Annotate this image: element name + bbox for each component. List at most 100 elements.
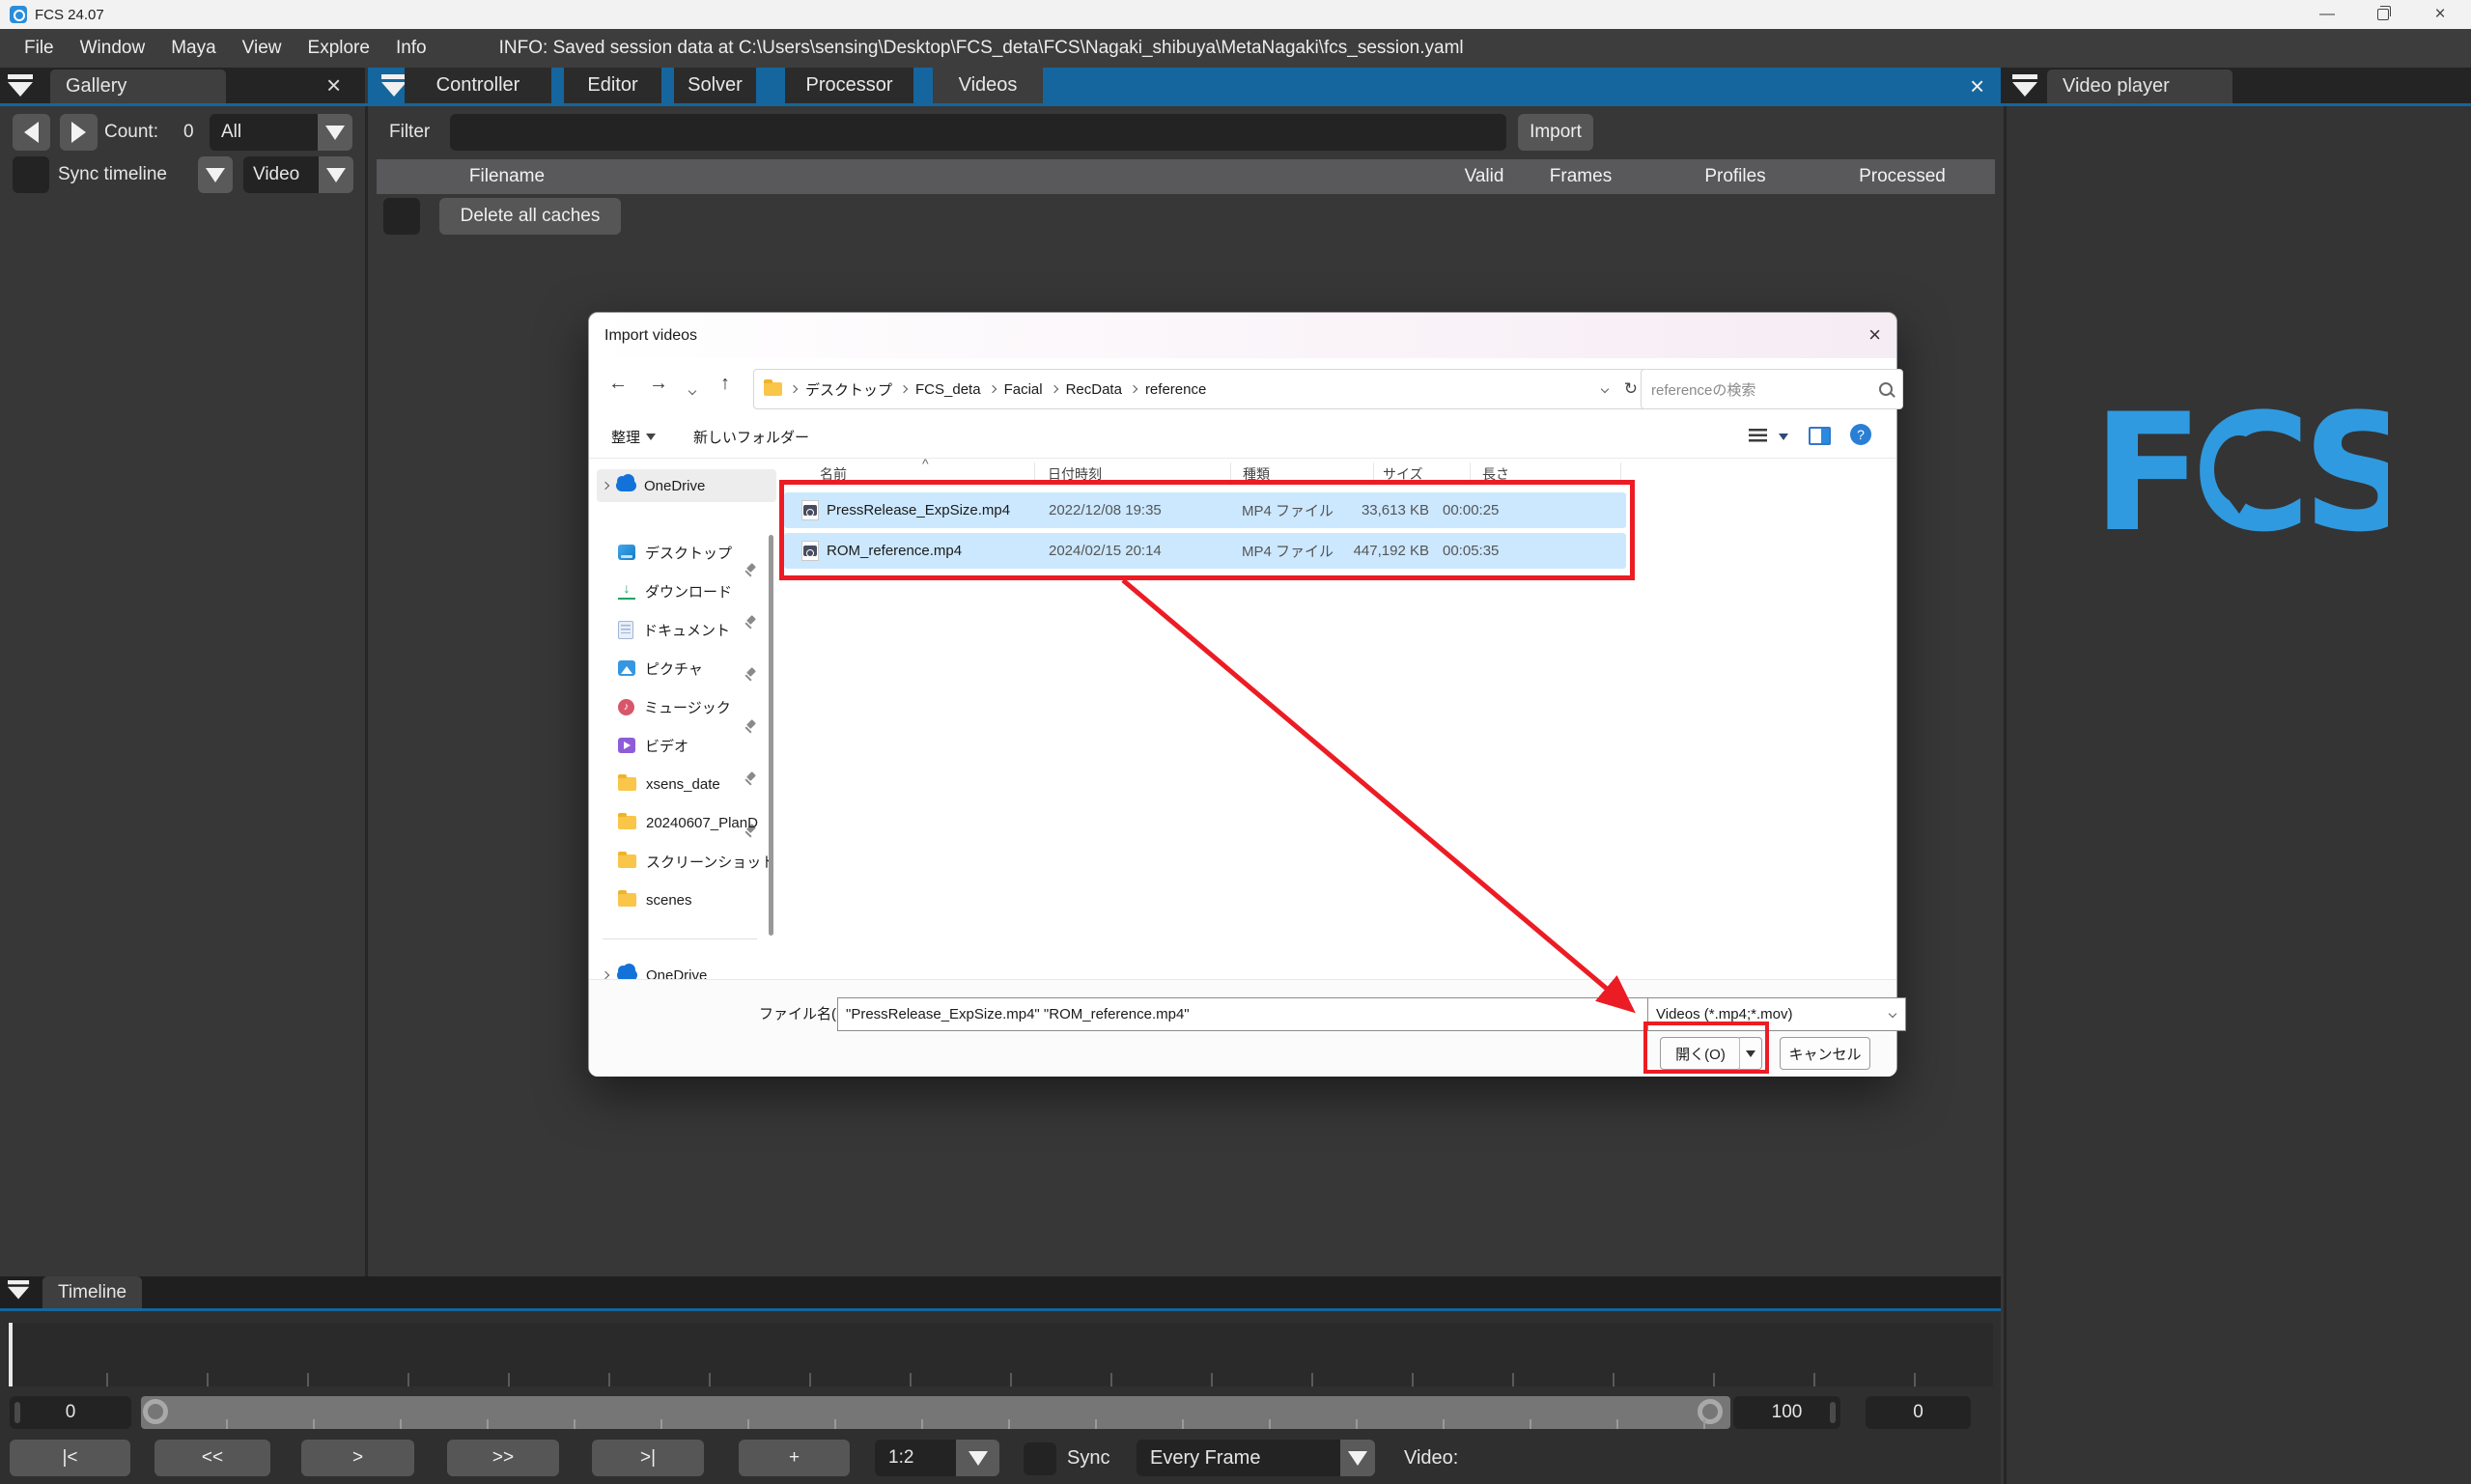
tab-solver[interactable]: Solver <box>674 68 756 103</box>
minimize-button[interactable]: — <box>2311 0 2344 29</box>
menu-window[interactable]: Window <box>78 29 148 68</box>
gallery-mode-dropdown-button[interactable] <box>319 156 353 193</box>
menu-info[interactable]: Info <box>394 29 429 68</box>
sidebar-item-label: ピクチャ <box>645 658 703 679</box>
timeline-ruler[interactable] <box>8 1323 1993 1386</box>
refresh-icon[interactable]: ↻ <box>1624 379 1638 399</box>
cancel-button[interactable]: キャンセル <box>1780 1037 1870 1070</box>
close-icon: × <box>2434 4 2445 25</box>
sync-checkbox[interactable] <box>1024 1442 1056 1475</box>
sidebar-item-videos[interactable]: ビデオ <box>618 732 688 759</box>
tab-video-player[interactable]: Video player <box>2047 70 2232 103</box>
go-to-end-button[interactable]: >| <box>592 1440 704 1476</box>
playback-mode-dropdown-button[interactable] <box>1340 1440 1375 1476</box>
restore-button[interactable] <box>2367 0 2400 29</box>
column-profiles[interactable]: Profiles <box>1704 159 1765 194</box>
video-player-panel: FCS <box>2004 106 2471 1484</box>
go-to-start-button[interactable]: |< <box>10 1440 130 1476</box>
help-icon[interactable]: ? <box>1850 424 1871 445</box>
tab-timeline[interactable]: Timeline <box>42 1276 142 1308</box>
view-dropdown-icon[interactable] <box>1779 434 1788 440</box>
dialog-close-icon[interactable]: × <box>1868 322 1881 348</box>
sidebar-item-onedrive-top[interactable]: OneDrive <box>597 469 776 502</box>
gallery-filter-dropdown-button[interactable] <box>318 114 352 151</box>
column-valid[interactable]: Valid <box>1465 159 1504 194</box>
new-folder-button[interactable]: 新しいフォルダー <box>693 421 809 452</box>
sidebar-item-downloads[interactable]: ↓ダウンロード <box>618 577 732 604</box>
slider-handle-right[interactable] <box>1698 1399 1723 1424</box>
nav-up-icon[interactable]: ↑ <box>720 373 730 395</box>
timeline-slider[interactable] <box>141 1396 1730 1429</box>
gallery-mode-select[interactable]: Video <box>243 156 328 193</box>
gallery-close-icon[interactable]: × <box>326 68 341 103</box>
address-dropdown-icon[interactable] <box>1601 385 1609 393</box>
playhead[interactable] <box>9 1323 13 1386</box>
tab-video-player-label: Video player <box>2063 75 2170 98</box>
step-forward-button[interactable]: >> <box>447 1440 559 1476</box>
step-ratio-dropdown-button[interactable] <box>956 1440 999 1476</box>
play-button[interactable]: > <box>301 1440 414 1476</box>
playback-mode-select[interactable]: Every Frame <box>1137 1440 1354 1476</box>
panel-menu-icon[interactable] <box>8 74 33 98</box>
tab-processor[interactable]: Processor <box>785 68 913 103</box>
step-back-button[interactable]: << <box>154 1440 270 1476</box>
next-button[interactable] <box>60 114 98 151</box>
filetype-value: Videos (*.mp4;*.mov) <box>1656 1006 1792 1022</box>
sidebar-item-desktop[interactable]: デスクトップ <box>618 539 732 566</box>
sidebar-item-20240607-pland[interactable]: 20240607_PlanD <box>618 809 758 836</box>
delete-caches-checkbox[interactable] <box>383 198 420 235</box>
delete-all-caches-button[interactable]: Delete all caches <box>439 198 621 235</box>
preview-pane-icon[interactable] <box>1809 427 1831 445</box>
close-button[interactable]: × <box>2424 0 2457 29</box>
breadcrumb-item[interactable]: デスクトップ <box>805 379 892 400</box>
slider-handle-left[interactable] <box>143 1399 168 1424</box>
menu-view[interactable]: View <box>240 29 284 68</box>
nav-recent-icon[interactable] <box>689 381 695 398</box>
pictures-icon <box>618 660 635 676</box>
import-button[interactable]: Import <box>1518 114 1593 151</box>
breadcrumb-item[interactable]: FCS_deta <box>915 381 981 398</box>
menu-explore[interactable]: Explore <box>306 29 372 68</box>
prev-button[interactable] <box>13 114 50 151</box>
range-end-field[interactable]: 100 <box>1733 1396 1840 1429</box>
panel-menu-icon[interactable] <box>8 1280 29 1300</box>
sidebar-item-pictures[interactable]: ピクチャ <box>618 655 703 682</box>
panel-menu-icon[interactable] <box>2012 74 2037 98</box>
search-input[interactable]: referenceの検索 <box>1641 369 1903 409</box>
menu-file[interactable]: File <box>22 29 56 68</box>
organize-button[interactable]: 整理 <box>611 421 656 452</box>
sync-timeline-checkbox[interactable] <box>13 156 49 193</box>
sidebar-item-scenes[interactable]: scenes <box>618 886 692 913</box>
tab-editor-label: Editor <box>587 74 637 97</box>
breadcrumb-item[interactable]: RecData <box>1066 381 1122 398</box>
tab-controller[interactable]: Controller <box>405 68 551 103</box>
current-frame-field[interactable]: 0 <box>1866 1396 1971 1429</box>
breadcrumb-item[interactable]: Facial <box>1004 381 1043 398</box>
filter-input[interactable] <box>450 114 1506 151</box>
tab-editor[interactable]: Editor <box>564 68 661 103</box>
sidebar-item-music[interactable]: ♪ミュージック <box>618 693 731 720</box>
gallery-filter-select[interactable]: All <box>210 114 329 151</box>
column-processed[interactable]: Processed <box>1859 159 1946 194</box>
sidebar-scrollbar[interactable] <box>769 535 773 936</box>
videos-close-icon[interactable]: × <box>1970 69 1984 104</box>
add-button[interactable]: + <box>739 1440 850 1476</box>
filename-input[interactable]: "PressRelease_ExpSize.mp4" "ROM_referenc… <box>837 997 1668 1031</box>
sidebar-item-screenshots[interactable]: スクリーンショット <box>618 848 775 875</box>
panel-menu-icon[interactable] <box>381 74 407 98</box>
breadcrumb-item[interactable]: reference <box>1145 381 1206 398</box>
sidebar-item-xsens-date[interactable]: xsens_date <box>618 770 720 798</box>
tab-videos[interactable]: Videos <box>933 68 1043 103</box>
view-list-icon[interactable] <box>1749 429 1767 442</box>
breadcrumb[interactable]: デスクトップ FCS_deta Facial RecData reference… <box>753 369 1648 409</box>
sidebar-item-label: ダウンロード <box>645 581 732 602</box>
sidebar-item-documents[interactable]: ドキュメント <box>618 616 730 643</box>
column-frames[interactable]: Frames <box>1550 159 1612 194</box>
nav-forward-icon[interactable]: → <box>649 373 668 395</box>
range-start-field[interactable]: 0 <box>10 1396 131 1429</box>
nav-back-icon[interactable]: ← <box>608 373 628 395</box>
column-filename[interactable]: Filename <box>469 159 545 194</box>
sync-timeline-dropdown-button[interactable] <box>198 156 233 193</box>
menu-maya[interactable]: Maya <box>169 29 217 68</box>
tab-gallery[interactable]: Gallery <box>50 70 226 103</box>
